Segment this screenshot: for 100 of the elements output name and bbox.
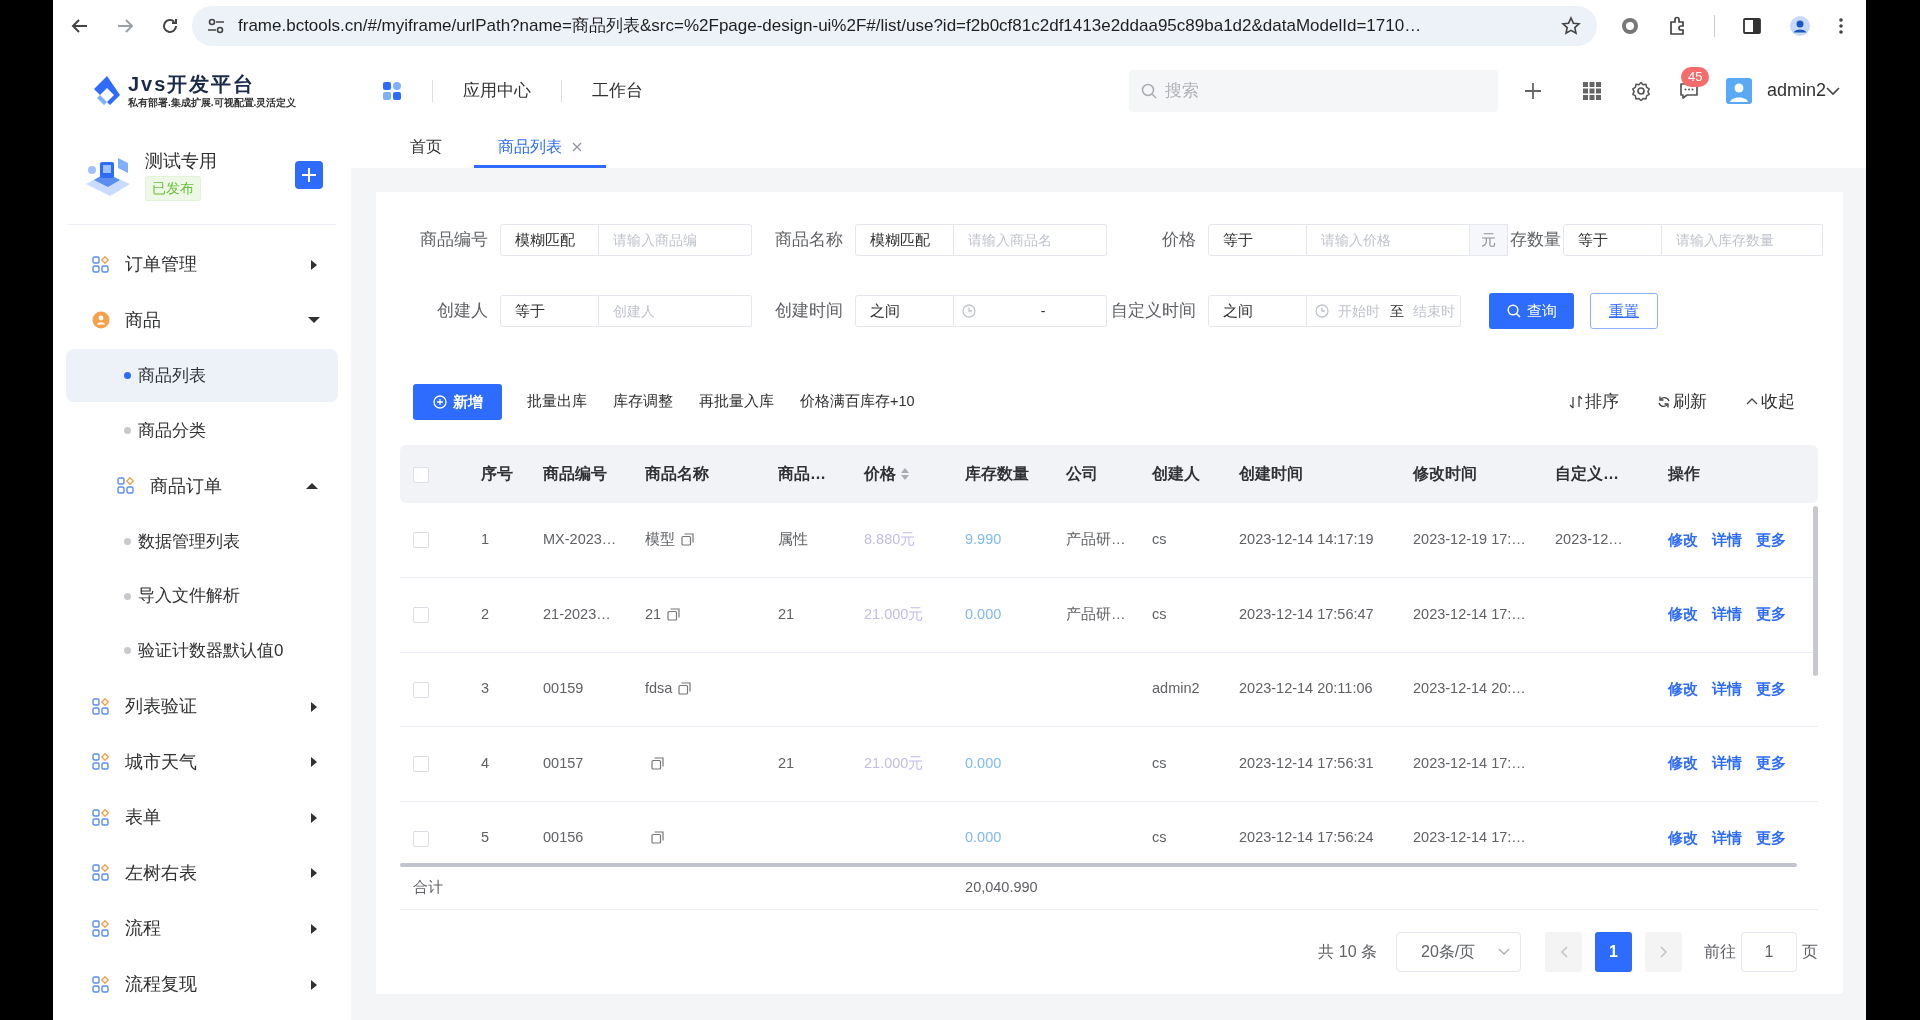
copy-icon[interactable] [681, 533, 694, 547]
column-header[interactable]: 商品… [778, 465, 826, 482]
row-action-link[interactable]: 更多 [1756, 530, 1786, 548]
menu-item[interactable]: 导入文件解析 [66, 569, 338, 623]
date-range-field[interactable]: - [954, 295, 1107, 327]
operator-select[interactable]: 之间 [1208, 295, 1307, 327]
nav-link[interactable]: 工作台 [592, 77, 643, 104]
column-header[interactable]: 修改时间 [1413, 465, 1477, 482]
scrollbar[interactable] [1813, 506, 1818, 676]
row-action-link[interactable]: 更多 [1756, 679, 1786, 697]
sidebar-icon[interactable] [1742, 16, 1762, 36]
column-header[interactable]: 商品编号 [543, 465, 607, 482]
checkbox[interactable] [413, 607, 429, 624]
tab[interactable]: 商品列表 [474, 129, 606, 168]
toolbar-tool[interactable]: 排序 [1569, 389, 1619, 415]
record-icon[interactable] [1620, 16, 1640, 36]
page-button[interactable]: 1 [1595, 931, 1632, 972]
row-action-link[interactable]: 详情 [1712, 605, 1742, 623]
copy-icon[interactable] [651, 831, 664, 845]
row-action-link[interactable]: 修改 [1668, 754, 1698, 772]
nav-link[interactable]: 应用中心 [463, 77, 531, 104]
toolbar-action[interactable]: 价格满百库存+10 [800, 391, 915, 413]
row-action-link[interactable]: 详情 [1712, 754, 1742, 772]
column-header[interactable]: 价格 [864, 465, 896, 482]
grid-icon[interactable] [1582, 81, 1601, 100]
operator-select[interactable]: 等于 [500, 295, 599, 327]
row-action-link[interactable]: 修改 [1668, 530, 1698, 548]
checkbox[interactable] [413, 532, 429, 549]
operator-select[interactable]: 等于 [1208, 224, 1307, 256]
menu-item[interactable]: 验证计数器默认值0 [66, 624, 338, 678]
input-field[interactable]: 创建人 [599, 295, 752, 327]
address-bar[interactable]: frame.bctools.cn/#/myiframe/urlPath?name=商品列表&src=%2Fpage-design-ui%2F#/list/use?id=f2b0cf81c2df1413e2ddaa95c89ba1d2&dataModelId=1710… [192, 6, 1597, 46]
toolbar-action[interactable]: 批量出库 [527, 391, 587, 413]
input-field[interactable]: 请输入价格 [1307, 224, 1470, 256]
close-icon[interactable] [572, 142, 582, 152]
extension-icon[interactable] [1667, 16, 1687, 36]
search-button[interactable]: 查询 [1489, 293, 1574, 329]
plus-icon[interactable] [1522, 80, 1543, 101]
menu-item[interactable]: 城市天气 [53, 734, 351, 790]
url-text[interactable]: frame.bctools.cn/#/myiframe/urlPath?name=商品列表&src=%2Fpage-design-ui%2F#/list/use?id=f2b0cf81c2df1413e2ddaa95c89ba1d2&dataModelId=1710… [238, 13, 1561, 39]
menu-item[interactable]: 商品分类 [66, 403, 338, 457]
menu-item[interactable]: 流程复现 [53, 956, 351, 1013]
checkbox[interactable] [413, 466, 429, 483]
row-action-link[interactable]: 修改 [1668, 605, 1698, 623]
toolbar-action[interactable]: 再批量入库 [699, 391, 774, 413]
site-info-icon[interactable] [206, 16, 226, 36]
row-action-link[interactable]: 修改 [1668, 828, 1698, 846]
row-action-link[interactable]: 详情 [1712, 530, 1742, 548]
menu-item[interactable]: 商品订单 [53, 458, 351, 514]
column-header[interactable]: 商品名称 [645, 465, 709, 482]
add-button[interactable]: 新增 [413, 384, 502, 420]
scrollbar[interactable] [400, 863, 1797, 867]
row-action-link[interactable]: 更多 [1756, 754, 1786, 772]
column-header[interactable]: 库存数量 [965, 465, 1029, 482]
tab[interactable]: 首页 [386, 129, 466, 168]
column-header[interactable]: 操作 [1668, 465, 1700, 482]
checkbox[interactable] [413, 756, 429, 773]
apps-icon[interactable] [382, 80, 402, 101]
operator-select[interactable]: 之间 [855, 295, 954, 327]
star-icon[interactable] [1561, 16, 1581, 36]
menu-item[interactable]: 表单 [53, 789, 351, 846]
operator-select[interactable]: 模糊匹配 [855, 224, 954, 256]
input-field[interactable]: 请输入库存数量 [1662, 224, 1823, 256]
input-field[interactable]: 请输入商品编 [599, 224, 752, 256]
toolbar-tool[interactable]: 收起 [1745, 389, 1795, 415]
settings-icon[interactable] [1630, 80, 1651, 101]
column-header[interactable]: 公司 [1066, 465, 1098, 482]
column-header[interactable]: 序号 [481, 465, 513, 482]
copy-icon[interactable] [651, 756, 664, 770]
reload-icon[interactable] [160, 16, 180, 36]
row-action-link[interactable]: 更多 [1756, 828, 1786, 846]
date-range-field[interactable]: 开始时 至 结束时 [1307, 295, 1461, 327]
menu-item[interactable]: 左树右表 [53, 845, 351, 902]
menu-item[interactable]: 商品 [53, 292, 351, 349]
menu-item[interactable]: 商品列表 [66, 349, 338, 403]
checkbox[interactable] [413, 681, 429, 698]
user-name[interactable]: admin2 [1766, 77, 1826, 104]
copy-icon[interactable] [667, 607, 681, 621]
avatar-icon[interactable] [1725, 77, 1752, 104]
caret-icon[interactable] [1826, 85, 1840, 96]
checkbox[interactable] [413, 830, 429, 847]
toolbar-action[interactable]: 库存调整 [613, 391, 673, 413]
column-header[interactable]: 创建时间 [1239, 465, 1303, 482]
operator-select[interactable]: 模糊匹配 [500, 224, 599, 256]
menu-item[interactable]: 订单管理 [53, 237, 351, 293]
add-button[interactable] [295, 161, 323, 189]
menu-item[interactable]: 列表验证 [53, 678, 351, 735]
search-field[interactable]: 搜索 [1128, 69, 1498, 112]
row-action-link[interactable]: 更多 [1756, 605, 1786, 623]
column-header[interactable]: 创建人 [1152, 465, 1200, 482]
row-action-link[interactable]: 详情 [1712, 828, 1742, 846]
copy-icon[interactable] [678, 682, 692, 696]
more-icon[interactable] [1838, 16, 1844, 36]
page-input[interactable]: 1 [1741, 931, 1797, 972]
column-header[interactable]: 自定义… [1555, 465, 1619, 482]
menu-item[interactable]: 数据管理列表 [66, 514, 338, 568]
toolbar-tool[interactable]: 刷新 [1657, 389, 1707, 415]
reset-button[interactable]: 重置 [1590, 293, 1658, 329]
row-action-link[interactable]: 修改 [1668, 679, 1698, 697]
menu-item[interactable]: 流程 [53, 901, 351, 957]
